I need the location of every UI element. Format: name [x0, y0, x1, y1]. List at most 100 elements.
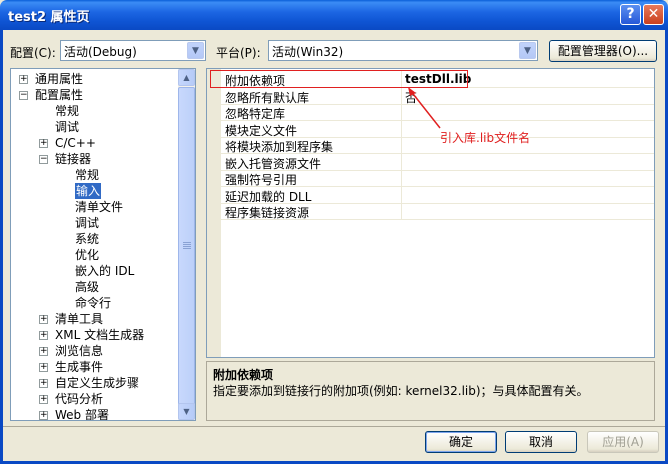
tree-item-label: 优化 [75, 248, 100, 262]
collapse-icon[interactable]: − [19, 91, 28, 100]
chevron-down-icon[interactable]: ▼ [187, 42, 204, 59]
help-button[interactable]: ? [620, 4, 641, 25]
expand-icon[interactable]: + [39, 315, 48, 324]
expand-icon[interactable]: + [39, 411, 48, 420]
platform-combo[interactable]: 活动(Win32) ▼ [268, 40, 538, 61]
tree-item-label: 调试 [55, 120, 80, 134]
expand-icon[interactable]: + [39, 139, 48, 148]
property-name: 延迟加载的 DLL [225, 189, 312, 204]
tree-item-label: XML 文档生成器 [55, 328, 145, 342]
tree-item-label: 通用属性 [35, 72, 84, 86]
tree-item[interactable]: + 自定义生成步骤 [11, 375, 179, 391]
tree-item[interactable]: − 配置属性 [11, 87, 179, 103]
tree-item[interactable]: 输入 [11, 183, 179, 199]
ok-button[interactable]: 确定 [425, 431, 497, 453]
apply-button[interactable]: 应用(A) [587, 431, 659, 453]
expand-icon[interactable]: + [19, 75, 28, 84]
tree-item[interactable]: 清单文件 [11, 199, 179, 215]
tree-item[interactable]: + 生成事件 [11, 359, 179, 375]
expand-icon[interactable]: + [39, 331, 48, 340]
property-name: 程序集链接资源 [225, 206, 310, 220]
help-icon: ? [626, 6, 635, 22]
tree-item[interactable]: 命令行 [11, 295, 179, 311]
tree-item-label: 链接器 [55, 152, 92, 166]
tree-item[interactable]: + 浏览信息 [11, 343, 179, 359]
tree-item[interactable]: 高级 [11, 279, 179, 295]
expand-icon[interactable]: + [39, 379, 48, 388]
property-row[interactable]: 强制符号引用 [221, 170, 654, 187]
tree-item[interactable]: + Web 部署 [11, 407, 179, 421]
tree-item[interactable]: + C/C++ [11, 135, 179, 151]
tree-item-label: 命令行 [75, 296, 112, 310]
property-row[interactable]: 程序集链接资源 [221, 203, 654, 220]
config-combo[interactable]: 活动(Debug) ▼ [60, 40, 206, 61]
tree-item-label: 常规 [55, 104, 80, 118]
cancel-button[interactable]: 取消 [505, 431, 577, 453]
tree-item-label: 清单工具 [55, 312, 104, 326]
divider [3, 426, 665, 427]
tree-item-label: 嵌入的 IDL [75, 264, 135, 278]
column-divider [401, 170, 402, 187]
title-bar[interactable]: test2 属性页 ? ✕ [0, 0, 668, 30]
description-title: 附加依赖项 [213, 368, 274, 382]
tree-item-label: 常规 [75, 168, 100, 182]
tree-item[interactable]: 常规 [11, 167, 179, 183]
tree-item[interactable]: 调试 [11, 119, 179, 135]
tree-item-label: 系统 [75, 232, 100, 246]
expand-icon[interactable]: + [39, 395, 48, 404]
close-icon: ✕ [647, 6, 660, 22]
column-divider [401, 203, 402, 220]
chevron-down-icon[interactable]: ▼ [519, 42, 536, 59]
tree-item[interactable]: 嵌入的 IDL [11, 263, 179, 279]
platform-label: 平台(P): [216, 46, 261, 60]
property-tree[interactable]: + 通用属性 − 配置属性 常规 调试 + C/C++ − 链接器 常规 输入 清单文件 调试 系统 优化 嵌入… [10, 68, 196, 421]
tree-item[interactable]: + 清单工具 [11, 311, 179, 327]
scroll-down-icon[interactable]: ▼ [178, 403, 195, 420]
tree-item-label: 高级 [75, 280, 100, 294]
tree-item[interactable]: + 代码分析 [11, 391, 179, 407]
tree-item-label: Web 部署 [55, 408, 109, 421]
tree-item[interactable]: + XML 文档生成器 [11, 327, 179, 343]
tree-item[interactable]: + 通用属性 [11, 71, 179, 87]
property-name: 嵌入托管资源文件 [225, 156, 322, 171]
property-row[interactable]: 延迟加载的 DLL [221, 186, 654, 204]
collapse-icon[interactable]: − [39, 155, 48, 164]
property-row[interactable]: 嵌入托管资源文件 [221, 153, 654, 171]
grid-gutter [207, 69, 221, 357]
expand-icon[interactable]: + [39, 347, 48, 356]
tree-item[interactable]: 调试 [11, 215, 179, 231]
description-panel: 附加依赖项 指定要添加到链接行的附加项(例如: kernel32.lib)；与具… [206, 361, 655, 421]
description-text: 指定要添加到链接行的附加项(例如: kernel32.lib)；与具体配置有关。 [213, 384, 589, 398]
tree-item[interactable]: − 链接器 [11, 151, 179, 167]
tree-item[interactable]: 常规 [11, 103, 179, 119]
property-name: 强制符号引用 [225, 173, 298, 187]
scroll-up-icon[interactable]: ▲ [178, 69, 195, 86]
grip-icon [183, 242, 191, 250]
tree-item[interactable]: 系统 [11, 231, 179, 247]
property-row[interactable]: 将模块添加到程序集 [221, 137, 654, 154]
column-divider [401, 137, 402, 154]
scroll-thumb[interactable] [178, 87, 195, 405]
tree-item-label: 生成事件 [55, 360, 104, 374]
annotation-text: 引入库.lib文件名 [440, 131, 531, 145]
tree-item-label: 清单文件 [75, 200, 124, 214]
tree-item-label: C/C++ [55, 136, 96, 150]
tree-item[interactable]: 优化 [11, 247, 179, 263]
config-label: 配置(C): [10, 46, 56, 60]
tree-item-label: 输入 [75, 183, 102, 199]
column-divider [401, 153, 402, 171]
platform-value: 活动(Win32) [272, 45, 344, 59]
property-name: 将模块添加到程序集 [225, 140, 334, 154]
tree-item-label: 浏览信息 [55, 344, 104, 358]
column-divider [401, 186, 402, 204]
config-manager-button[interactable]: 配置管理器(O)... [549, 40, 657, 62]
tree-item-label: 代码分析 [55, 392, 104, 406]
tree-scrollbar[interactable]: ▲ ▼ [178, 69, 195, 420]
tree-item-label: 自定义生成步骤 [55, 376, 140, 390]
window-title: test2 属性页 [8, 10, 90, 25]
property-name: 模块定义文件 [225, 123, 298, 138]
close-button[interactable]: ✕ [643, 4, 664, 25]
config-value: 活动(Debug) [64, 45, 137, 59]
expand-icon[interactable]: + [39, 363, 48, 372]
property-name: 忽略所有默认库 [225, 90, 310, 105]
